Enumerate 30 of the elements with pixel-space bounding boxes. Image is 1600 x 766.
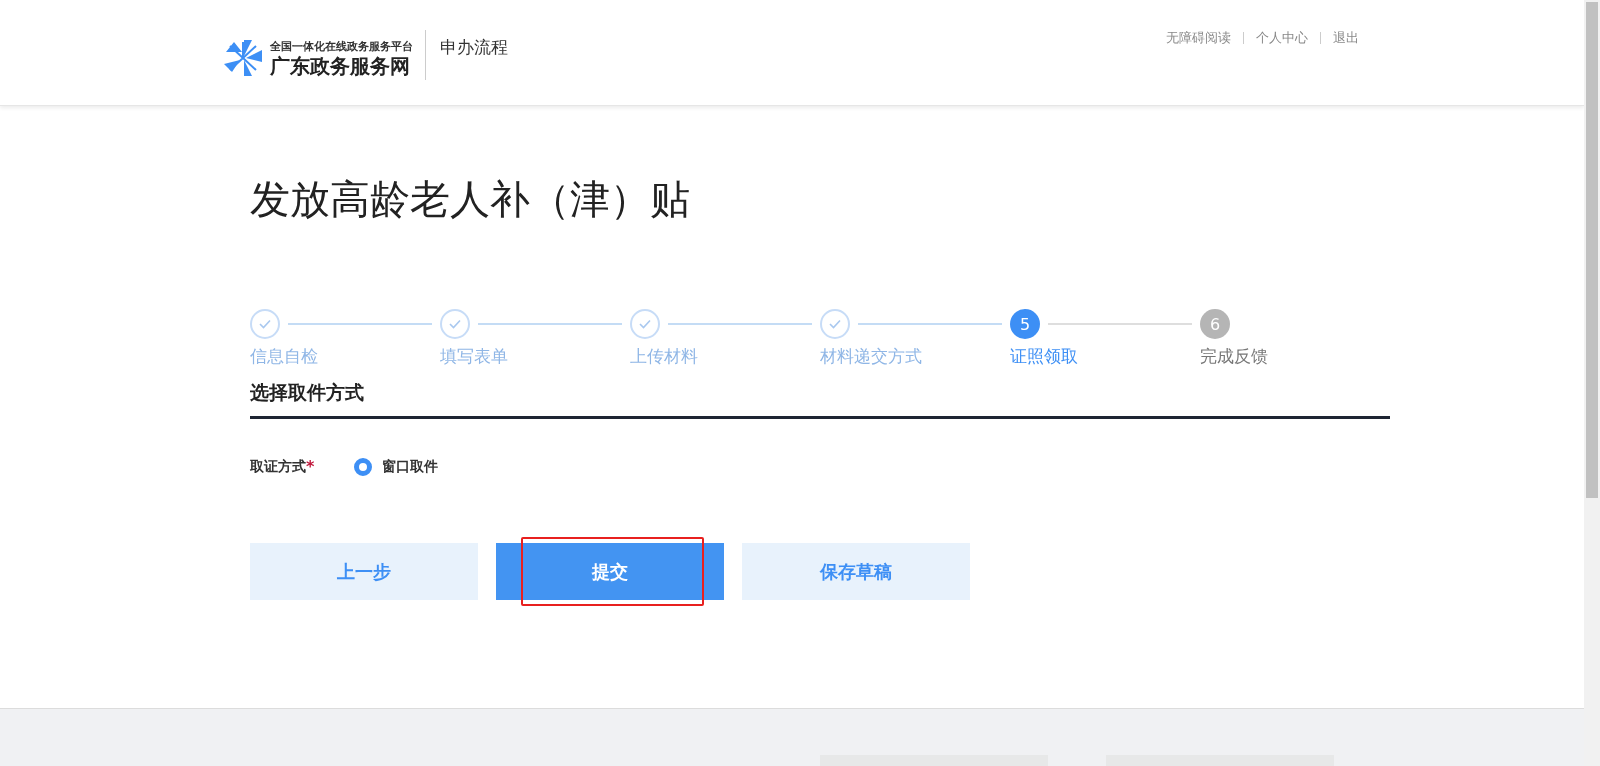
check-icon: [259, 319, 271, 329]
action-button[interactable]: 保存草稿: [742, 543, 970, 600]
section-title: 申办流程: [440, 36, 508, 59]
check-icon: [829, 319, 841, 329]
step-label: 证照领取: [1010, 345, 1079, 368]
pinwheel-logo-icon: [222, 38, 264, 78]
header-link[interactable]: 个人中心: [1256, 29, 1308, 47]
check-icon: [449, 319, 461, 329]
field-label: 取证方式: [250, 457, 306, 476]
radio-label[interactable]: 窗口取件: [382, 457, 439, 476]
header-link[interactable]: 无障碍阅读: [1166, 29, 1231, 47]
required-mark: *: [306, 457, 315, 476]
step-label: 材料递交方式: [820, 345, 923, 368]
step-circle: 6: [1200, 309, 1230, 339]
section-heading: 选择取件方式: [250, 380, 1390, 419]
action-button[interactable]: 上一步: [250, 543, 478, 600]
page-title: 发放高龄老人补（津）贴: [250, 175, 691, 224]
submit-button[interactable]: 提交: [496, 543, 724, 600]
logo-name: 广东政务服务网: [270, 53, 411, 78]
step-circle: 5: [1010, 309, 1040, 339]
header-link[interactable]: 退出: [1333, 29, 1359, 47]
scrollbar[interactable]: [1584, 0, 1600, 766]
step-label: 填写表单: [440, 345, 509, 368]
step-label: 上传材料: [630, 345, 699, 368]
step-label: 完成反馈: [1200, 345, 1269, 368]
step-label: 信息自检: [250, 345, 319, 368]
check-icon: [639, 319, 651, 329]
logo-tagline: 全国一体化在线政务服务平台: [270, 38, 413, 54]
scrollbar-thumb[interactable]: [1586, 2, 1598, 498]
radio-button[interactable]: [354, 457, 373, 476]
